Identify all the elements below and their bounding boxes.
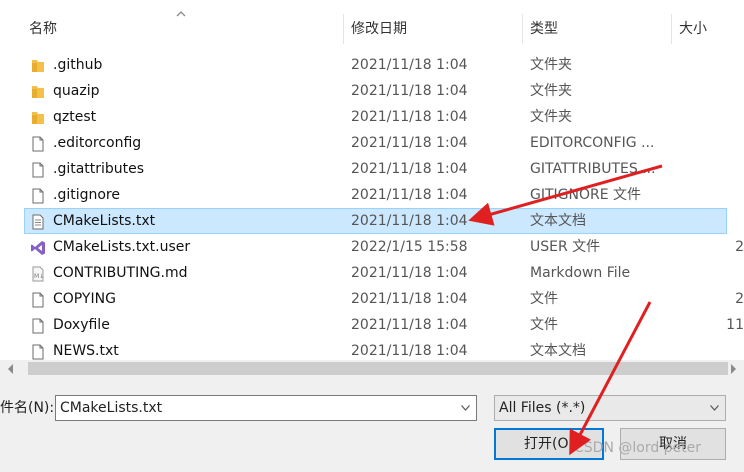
file-name: .gitignore xyxy=(53,187,120,203)
file-type: GITATTRIBUTES ... xyxy=(530,161,656,177)
file-row[interactable]: quazip 2021/11/18 1:04 文件夹 xyxy=(0,78,744,104)
file-row[interactable]: .editorconfig 2021/11/18 1:04 EDITORCONFIG… xyxy=(0,130,744,156)
file-row[interactable]: qztest 2021/11/18 1:04 文件夹 xyxy=(0,104,744,130)
file-modified-date: 2021/11/18 1:04 xyxy=(351,187,468,203)
file-icon xyxy=(30,317,46,334)
file-type-value: All Files (*.*) xyxy=(499,400,586,416)
file-type: 文件夹 xyxy=(530,109,572,125)
file-modified-date: 2021/11/18 1:04 xyxy=(351,57,468,73)
file-row[interactable]: .github 2021/11/18 1:04 文件夹 xyxy=(0,52,744,78)
file-type: Markdown File xyxy=(530,265,631,281)
column-header-name[interactable]: 名称 xyxy=(29,0,57,42)
file-type: GITIGNORE 文件 xyxy=(530,187,642,203)
chevron-down-icon[interactable] xyxy=(710,405,719,411)
sort-ascending-icon[interactable] xyxy=(176,10,186,17)
column-header-type[interactable]: 类型 xyxy=(530,0,558,42)
file-type: EDITORCONFIG ... xyxy=(530,135,655,151)
file-modified-date: 2022/1/15 15:58 xyxy=(351,239,468,255)
visual-studio-icon xyxy=(30,239,46,255)
file-modified-date: 2021/11/18 1:04 xyxy=(351,317,468,333)
filename-label: 件名(N): xyxy=(0,400,55,416)
file-type: 文本文档 xyxy=(530,213,586,229)
chevron-down-icon[interactable] xyxy=(461,405,470,411)
file-type: USER 文件 xyxy=(530,239,601,255)
file-name: qztest xyxy=(53,109,97,125)
filename-value[interactable]: CMakeLists.txt xyxy=(60,396,162,420)
text-document-icon xyxy=(30,213,46,230)
file-name: CONTRIBUTING.md xyxy=(53,265,188,281)
column-divider[interactable] xyxy=(343,14,344,44)
file-name: .gitattributes xyxy=(53,161,145,177)
file-row[interactable]: CMakeLists.txt 2021/11/18 1:04 文本文档 xyxy=(0,208,744,234)
file-row[interactable]: CMakeLists.txt.user 2022/1/15 15:58 USER 文… xyxy=(0,234,744,260)
file-row[interactable]: .gitattributes 2021/11/18 1:04 GITATTRIBUT… xyxy=(0,156,744,182)
file-type: 文件夹 xyxy=(530,83,572,99)
file-modified-date: 2021/11/18 1:04 xyxy=(351,291,468,307)
file-name: CMakeLists.txt xyxy=(53,213,156,229)
file-row[interactable]: Doxyfile 2021/11/18 1:04 文件 11 xyxy=(0,312,744,338)
file-name: COPYING xyxy=(53,291,116,307)
column-divider[interactable] xyxy=(522,14,523,44)
file-name: CMakeLists.txt.user xyxy=(53,239,191,255)
scrollbar-thumb[interactable] xyxy=(28,362,728,375)
file-row[interactable]: .gitignore 2021/11/18 1:04 GITIGNORE 文件 xyxy=(0,182,744,208)
markdown-file-icon: M↓ xyxy=(30,265,46,282)
file-modified-date: 2021/11/18 1:04 xyxy=(351,265,468,281)
file-name: .editorconfig xyxy=(53,135,142,151)
file-modified-date: 2021/11/18 1:04 xyxy=(351,109,468,125)
svg-text:M↓: M↓ xyxy=(34,273,44,280)
scroll-left-icon[interactable] xyxy=(8,364,13,374)
column-divider[interactable] xyxy=(671,14,672,44)
file-type-select[interactable]: All Files (*.*) xyxy=(494,395,726,421)
file-icon xyxy=(30,161,46,178)
scroll-right-icon[interactable] xyxy=(731,364,736,374)
file-icon xyxy=(30,187,46,204)
file-size: 2 xyxy=(735,239,744,255)
file-icon xyxy=(30,135,46,152)
file-type: 文件 xyxy=(530,291,558,307)
folder-icon xyxy=(30,109,46,125)
horizontal-scrollbar[interactable] xyxy=(0,360,744,378)
file-modified-date: 2021/11/18 1:04 xyxy=(351,135,468,151)
folder-icon xyxy=(30,57,46,73)
file-modified-date: 2021/11/18 1:04 xyxy=(351,83,468,99)
file-row[interactable]: COPYING 2021/11/18 1:04 文件 2 xyxy=(0,286,744,312)
file-name: .github xyxy=(53,57,103,73)
file-icon xyxy=(30,343,46,360)
file-type: 文件 xyxy=(530,317,558,333)
column-header-size[interactable]: 大小 xyxy=(679,0,707,42)
folder-icon xyxy=(30,83,46,99)
file-modified-date: 2021/11/18 1:04 xyxy=(351,213,468,229)
file-modified-date: 2021/11/18 1:04 xyxy=(351,161,468,177)
watermark: CSDN @lord peter xyxy=(574,440,702,456)
file-name: Doxyfile xyxy=(53,317,110,333)
file-list-panel: 名称 修改日期 类型 大小 .github 2021/11/18 1:04 文件夹 q… xyxy=(0,0,744,378)
file-size: 2 xyxy=(735,291,744,307)
column-header-date[interactable]: 修改日期 xyxy=(351,0,407,42)
file-name: quazip xyxy=(53,83,100,99)
file-icon xyxy=(30,291,46,308)
file-type: 文件夹 xyxy=(530,57,572,73)
filename-input[interactable]: CMakeLists.txt xyxy=(55,395,477,421)
file-row[interactable]: M↓ CONTRIBUTING.md 2021/11/18 1:04 Markdown… xyxy=(0,260,744,286)
file-size: 11 xyxy=(726,317,744,333)
